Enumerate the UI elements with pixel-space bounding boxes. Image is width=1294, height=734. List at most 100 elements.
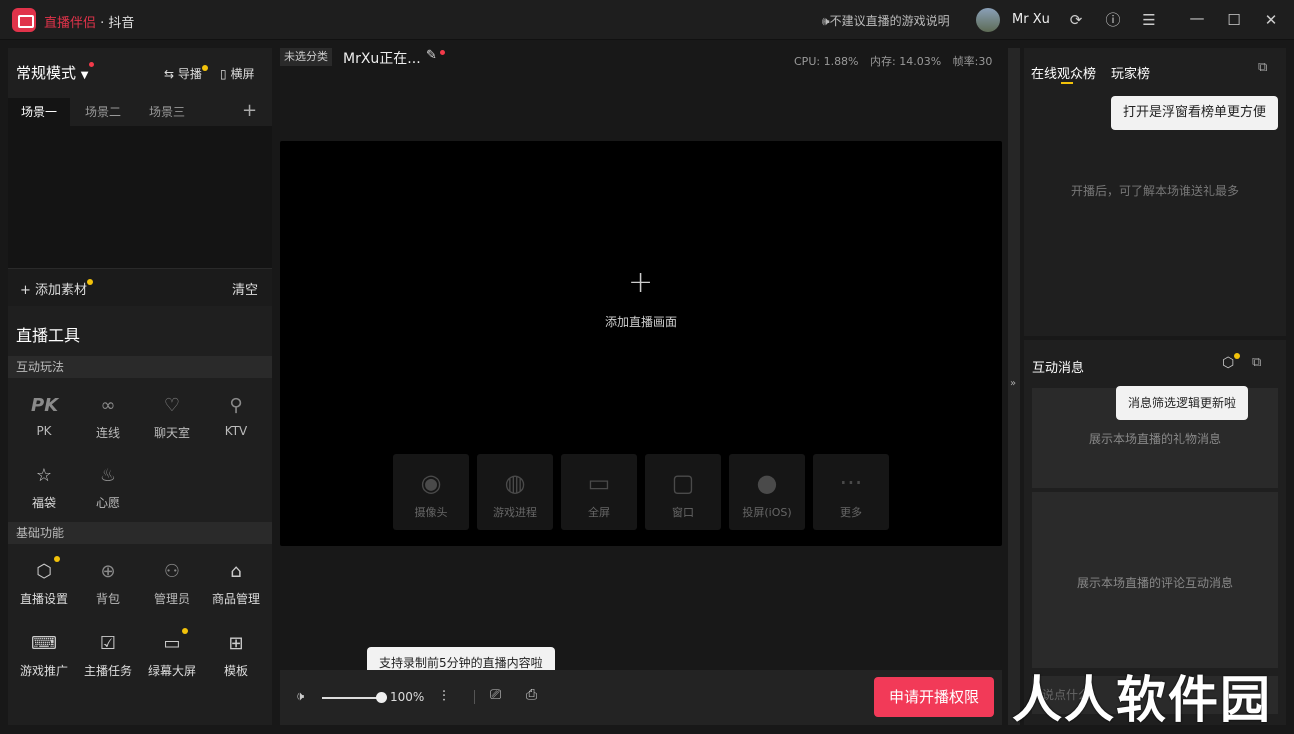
gift-empty-text: 展示本场直播的礼物消息 <box>1088 432 1221 446</box>
popout-icon[interactable]: ⧉ <box>1252 355 1261 370</box>
menu-icon[interactable]: ☰ <box>1139 10 1159 30</box>
tool-label: 管理员 <box>153 592 190 606</box>
monitor-icon: ▭ <box>587 469 611 497</box>
live-settings-dot <box>54 556 60 562</box>
platform-name: · 抖音 <box>96 16 135 31</box>
tool-label: 连线 <box>95 426 120 440</box>
tool-lucky-bag[interactable]: ☆ 福袋 <box>14 464 74 511</box>
guide-button[interactable]: ⇆ 导播 <box>164 65 208 82</box>
store-icon: ⌂ <box>230 561 242 582</box>
filter-settings-icon[interactable]: ⬡ <box>1222 355 1234 371</box>
screen-icon: ▯ <box>220 67 227 81</box>
volume-slider-handle[interactable] <box>376 692 387 703</box>
edit-title-icon[interactable]: ✎ <box>426 48 437 63</box>
minimize-icon[interactable]: — <box>1187 8 1207 28</box>
username[interactable]: Mr Xu <box>1012 12 1050 27</box>
tab-players[interactable]: 玩家榜 <box>1111 63 1150 82</box>
game-notice-link[interactable]: 🕪不建议直播的游戏说明 <box>822 12 950 29</box>
category-badge[interactable]: 未选分类 <box>280 48 332 66</box>
title-bar: 直播伴侣 · 抖音 🕪不建议直播的游戏说明 Mr Xu ⟳ ⓘ ☰ — ☐ ✕ <box>0 0 1294 40</box>
volume-slider-track[interactable] <box>322 697 382 699</box>
basic-section-label: 基础功能 <box>8 522 272 544</box>
source-label: 窗口 <box>672 506 694 519</box>
clear-button[interactable]: 清空 <box>232 279 258 298</box>
add-material-button[interactable]: + 添加素材 <box>20 279 94 298</box>
help-icon[interactable]: ⓘ <box>1103 10 1123 30</box>
source-game[interactable]: ◍ 游戏进程 <box>477 454 553 530</box>
tab-scene-2[interactable]: 场景二 <box>72 98 134 126</box>
tool-label: 模板 <box>223 664 248 678</box>
caret-down-icon: ▼ <box>80 70 89 81</box>
mode-red-dot <box>88 62 94 67</box>
add-scene-icon[interactable]: + <box>242 100 257 121</box>
app-logo-icon <box>12 8 36 32</box>
camera-icon: ◉ <box>420 469 442 497</box>
green-screen-icon: ▭ <box>163 633 181 654</box>
apply-live-permission-button[interactable]: 申请开播权限 <box>874 677 994 717</box>
gamepad-icon: ⌨ <box>31 633 57 654</box>
source-camera[interactable]: ◉ 摄像头 <box>393 454 469 530</box>
pk-icon: PK <box>31 395 59 416</box>
template-icon: ⊞ <box>228 633 244 654</box>
volume-slider-fill <box>322 697 382 699</box>
source-label: 更多 <box>840 506 862 519</box>
speaker-icon: 🕪 <box>822 14 830 28</box>
tool-chatroom[interactable]: ♡ 聊天室 <box>142 394 202 441</box>
tool-game-promo[interactable]: ⌨ 游戏推广 <box>14 632 74 679</box>
switch-icon: ⇆ <box>164 67 175 81</box>
tab-scene-1[interactable]: 场景一 <box>8 98 71 126</box>
green-screen-dot <box>182 628 188 634</box>
tool-admin[interactable]: ⚇ 管理员 <box>142 560 202 607</box>
tool-pk[interactable]: PK PK <box>14 394 74 438</box>
record-clip-icon[interactable]: ⎚ <box>490 687 501 703</box>
bottom-control-bar: 🕩 100% ⫶ ⎚ ⎙ 申请开播权限 <box>280 670 1002 725</box>
add-scene-plus-icon[interactable]: + <box>628 265 653 300</box>
source-label: 全屏 <box>588 506 610 519</box>
tool-backpack[interactable]: ⊕ 背包 <box>78 560 138 607</box>
tool-wish[interactable]: ♨ 心愿 <box>78 464 138 511</box>
source-ios-cast[interactable]: ● 投屏(iOS) <box>729 454 805 530</box>
close-icon[interactable]: ✕ <box>1261 10 1281 30</box>
tool-live-settings[interactable]: ⬡ 直播设置 <box>14 560 74 607</box>
tool-label: 游戏推广 <box>19 664 68 678</box>
live-preview[interactable]: + 添加直播画面 ◉ 摄像头 ◍ 游戏进程 ▭ 全屏 ▢ 窗口 ● 投屏(iOS) ···… <box>280 141 1002 546</box>
panel-divider[interactable]: » <box>1008 48 1020 725</box>
tab-online-audience[interactable]: 在线观众榜 <box>1031 63 1096 82</box>
tab-scene-3[interactable]: 场景三 <box>136 98 198 126</box>
mixer-icon[interactable]: ⫶ <box>442 687 446 705</box>
task-icon: ☑ <box>99 633 117 654</box>
tool-template[interactable]: ⊞ 模板 <box>206 632 266 679</box>
headset-icon[interactable]: ⟳ <box>1066 10 1086 30</box>
gamepad-icon: ◍ <box>504 469 526 497</box>
source-window[interactable]: ▢ 窗口 <box>645 454 721 530</box>
source-label: 摄像头 <box>414 506 448 519</box>
popout-icon[interactable]: ⧉ <box>1258 60 1267 75</box>
landscape-button[interactable]: ▯ 横屏 <box>220 65 254 82</box>
microphone-icon: ⚲ <box>229 395 243 416</box>
source-more[interactable]: ··· 更多 <box>813 454 889 530</box>
tool-ktv[interactable]: ⚲ KTV <box>206 394 266 438</box>
tools-title: 直播工具 <box>16 326 81 345</box>
tool-link[interactable]: ∞ 连线 <box>78 394 138 441</box>
volume-icon[interactable]: 🕩 <box>296 689 304 704</box>
frame-rate: 帧率:30 <box>952 55 993 68</box>
ranking-panel: 在线观众榜 玩家榜 ⧉ 打开是浮窗看榜单更方便 开播后，可了解本场谁送礼最多 <box>1024 48 1286 336</box>
admin-icon: ⚇ <box>163 561 181 582</box>
tool-host-tasks[interactable]: ☑ 主播任务 <box>78 632 138 679</box>
add-scene-label[interactable]: 添加直播画面 <box>280 313 1002 330</box>
mode-selector[interactable]: 常规模式 ▼ <box>16 62 94 83</box>
filter-dot <box>1234 353 1240 359</box>
divider <box>474 690 475 704</box>
tool-products[interactable]: ⌂ 商品管理 <box>206 560 266 607</box>
center-panel: 未选分类 MrXu正在... ✎ CPU: 1.88% 内存: 14.03% 帧… <box>280 48 1002 725</box>
maximize-icon[interactable]: ☐ <box>1224 10 1244 30</box>
expand-chevron-icon[interactable]: » <box>1010 378 1016 389</box>
messages-title: 互动消息 <box>1032 361 1085 376</box>
wish-icon: ♨ <box>99 465 117 486</box>
video-record-icon[interactable]: ⎙ <box>526 687 537 703</box>
tool-green-screen[interactable]: ▭ 绿幕大屏 <box>142 632 202 679</box>
volume-percent: 100% <box>390 690 425 704</box>
audience-empty-text: 开播后，可了解本场谁送礼最多 <box>1070 184 1239 198</box>
source-fullscreen[interactable]: ▭ 全屏 <box>561 454 637 530</box>
avatar[interactable] <box>976 8 1000 32</box>
